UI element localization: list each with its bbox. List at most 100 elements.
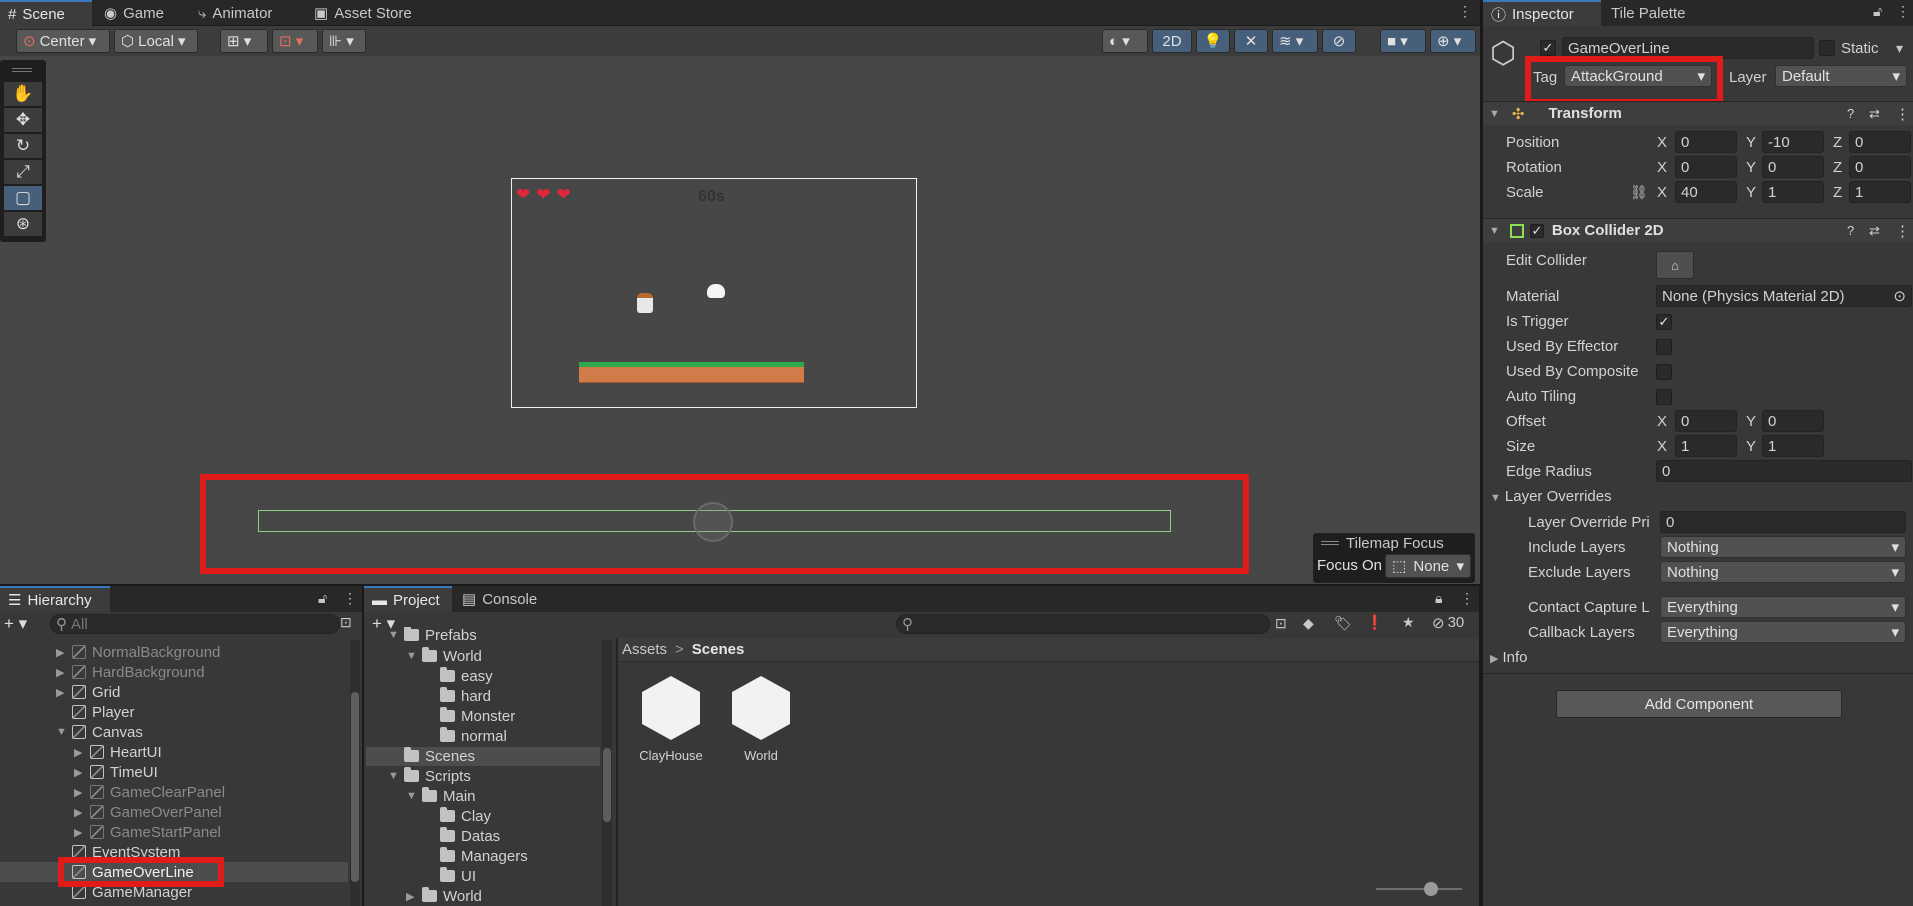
expand-arrow-icon[interactable]: ▶ — [74, 786, 84, 799]
hierarchy-scrollbar[interactable] — [350, 640, 360, 906]
space-dropdown[interactable]: ⬡ Local ▾ — [114, 29, 198, 53]
expand-arrow-icon[interactable]: ▶ — [74, 826, 84, 839]
offset-y-field[interactable]: 0 — [1762, 410, 1824, 432]
list-item[interactable]: ▶ Grid — [56, 682, 120, 702]
used-by-effector-checkbox[interactable] — [1656, 339, 1672, 355]
layer-overrides-foldout[interactable]: ▼ Layer Overrides — [1490, 488, 1612, 505]
list-item[interactable]: Player — [56, 702, 135, 722]
mode-2d-button[interactable]: 2D — [1152, 29, 1192, 53]
project-search-input[interactable]: ⚲ — [896, 614, 1270, 634]
more-options-icon[interactable]: ⋮ — [1895, 105, 1910, 123]
scale-z-field[interactable]: 1 — [1849, 181, 1911, 203]
help-icon[interactable]: ? — [1847, 106, 1854, 121]
collapse-arrow-icon[interactable]: ▼ — [406, 650, 417, 662]
component-enabled-checkbox[interactable]: ✓ — [1529, 223, 1544, 238]
more-options-icon[interactable]: ⋮ — [1458, 3, 1472, 20]
material-field[interactable]: None (Physics Material 2D) ⊙ — [1656, 285, 1912, 307]
scrollbar-thumb[interactable] — [603, 748, 611, 822]
tab-inspector[interactable]: ⓘ Inspector — [1483, 0, 1601, 26]
callback-layers-dropdown[interactable]: Everything ▾ — [1660, 621, 1906, 643]
folder-tree-item[interactable]: Managers — [424, 846, 528, 866]
offset-x-field[interactable]: 0 — [1675, 410, 1737, 432]
tab-game[interactable]: ◉ Game — [96, 0, 172, 26]
folder-tree-item[interactable]: easy — [424, 666, 493, 686]
add-component-button[interactable]: Add Component — [1556, 690, 1842, 718]
folder-tree-item[interactable]: ▼ Prefabs — [388, 627, 477, 643]
more-options-icon[interactable]: ⋮ — [1460, 590, 1474, 607]
folder-tree-item[interactable]: Clay — [424, 806, 491, 826]
folder-tree-item[interactable]: UI — [424, 866, 476, 886]
scale-x-field[interactable]: 40 — [1675, 181, 1737, 203]
lighting-button[interactable]: 💡 — [1196, 29, 1230, 53]
list-item[interactable]: ▶ HeartUI — [74, 742, 162, 762]
expand-arrow-icon[interactable]: ▶ — [74, 766, 84, 779]
draw-mode-button[interactable]: ◐ ▾ — [1102, 29, 1148, 53]
project-tree-scrollbar[interactable] — [602, 640, 612, 906]
size-y-field[interactable]: 1 — [1762, 435, 1824, 457]
hierarchy-search-input[interactable]: ⚲ All — [50, 614, 340, 634]
move-tool[interactable]: ✥ — [4, 108, 42, 132]
collapse-arrow-icon[interactable]: ▼ — [388, 770, 399, 782]
star-icon[interactable]: ★ — [1402, 614, 1415, 631]
transform-header[interactable]: ▼ ✣ Transform ? ⇄ ⋮ — [1483, 101, 1913, 125]
link-scale-icon[interactable]: ⛓︎ — [1630, 184, 1648, 201]
list-item[interactable]: ▶ NormalBackground — [56, 642, 220, 662]
scale-y-field[interactable]: 1 — [1762, 181, 1824, 203]
list-item[interactable]: ▶ GameStartPanel — [74, 822, 221, 842]
folder-tree-item[interactable]: ▼ Scripts — [388, 766, 471, 786]
asset-item[interactable]: World — [726, 676, 796, 763]
box-collider-header[interactable]: ▼ ✓ Box Collider 2D ? ⇄ ⋮ — [1483, 218, 1913, 242]
position-z-field[interactable]: 0 — [1849, 131, 1911, 153]
folder-tree-item[interactable]: Datas — [424, 826, 500, 846]
slider-thumb[interactable] — [1424, 882, 1438, 896]
scale-tool[interactable]: ⤢ — [4, 160, 42, 184]
is-trigger-checkbox[interactable]: ✓ — [1656, 314, 1672, 330]
folder-tree-item[interactable]: Monster — [424, 706, 515, 726]
list-item[interactable]: ▼ Canvas — [56, 722, 143, 742]
folder-tree-item[interactable]: ▶ World — [406, 886, 482, 906]
increment-snap-button[interactable]: ⊡ ▾ — [272, 29, 318, 53]
object-picker-icon[interactable]: ⊙ — [1893, 287, 1906, 305]
list-item[interactable]: ▶ GameClearPanel — [74, 782, 225, 802]
more-options-icon[interactable]: ⋮ — [343, 590, 357, 607]
collapse-arrow-icon[interactable]: ▼ — [1489, 225, 1500, 237]
hierarchy-add-button[interactable]: + ▾ — [4, 614, 27, 634]
size-x-field[interactable]: 1 — [1675, 435, 1737, 457]
effects-button[interactable]: ≋ ▾ — [1272, 29, 1318, 53]
hand-tool[interactable]: ✋ — [4, 82, 42, 106]
folder-tree-item[interactable]: hard — [424, 686, 491, 706]
preset-icon[interactable]: ⇄ — [1869, 106, 1880, 122]
hierarchy-search-mode-icon[interactable]: ⊡ — [340, 614, 352, 631]
expand-arrow-icon[interactable]: ▶ — [74, 746, 84, 759]
tab-console[interactable]: ▤ Console — [454, 586, 545, 612]
help-icon[interactable]: ? — [1847, 223, 1854, 238]
static-checkbox[interactable] — [1819, 40, 1835, 56]
collapse-arrow-icon[interactable]: ▼ — [406, 790, 417, 802]
edge-radius-field[interactable]: 0 — [1656, 460, 1912, 482]
contact-capture-dropdown[interactable]: Everything ▾ — [1660, 596, 1906, 618]
collapse-arrow-icon[interactable]: ▼ — [56, 726, 67, 738]
rotate-tool[interactable]: ↻ — [4, 134, 42, 158]
gizmos-button[interactable]: ⊕ ▾ — [1430, 29, 1476, 53]
folder-tree-item[interactable]: normal — [424, 726, 507, 746]
rotation-y-field[interactable]: 0 — [1762, 156, 1824, 178]
label-icon[interactable]: 🏷︎ — [1334, 615, 1352, 632]
folder-tree-item[interactable]: ▼ Main — [406, 786, 476, 806]
tab-scene[interactable]: # Scene — [0, 0, 92, 26]
filter-type-icon[interactable]: ◆ — [1303, 615, 1314, 632]
tab-asset-store[interactable]: ▣ Asset Store — [306, 0, 420, 26]
warning-icon[interactable]: ❗ — [1366, 614, 1383, 631]
icon-size-slider[interactable] — [1376, 882, 1462, 896]
focus-on-dropdown[interactable]: ⬚ None ▾ — [1385, 554, 1471, 578]
hidden-objects-button[interactable]: ⊘ — [1322, 29, 1356, 53]
grid-visibility-button[interactable]: ⊪ ▾ — [322, 29, 366, 53]
list-item[interactable]: ▶ GameOverPanel — [74, 802, 222, 822]
search-mode-icon[interactable]: ⊡ — [1275, 615, 1287, 632]
chevron-down-icon[interactable]: ▾ — [1896, 40, 1903, 57]
rotation-x-field[interactable]: 0 — [1675, 156, 1737, 178]
lock-icon[interactable]: 🔓︎ — [318, 590, 327, 607]
tool-palette-grip[interactable] — [12, 68, 32, 72]
edit-collider-button[interactable]: ⌂ — [1656, 251, 1694, 279]
more-options-icon[interactable]: ⋮ — [1895, 222, 1910, 240]
asset-item[interactable]: ClayHouse — [636, 676, 706, 763]
